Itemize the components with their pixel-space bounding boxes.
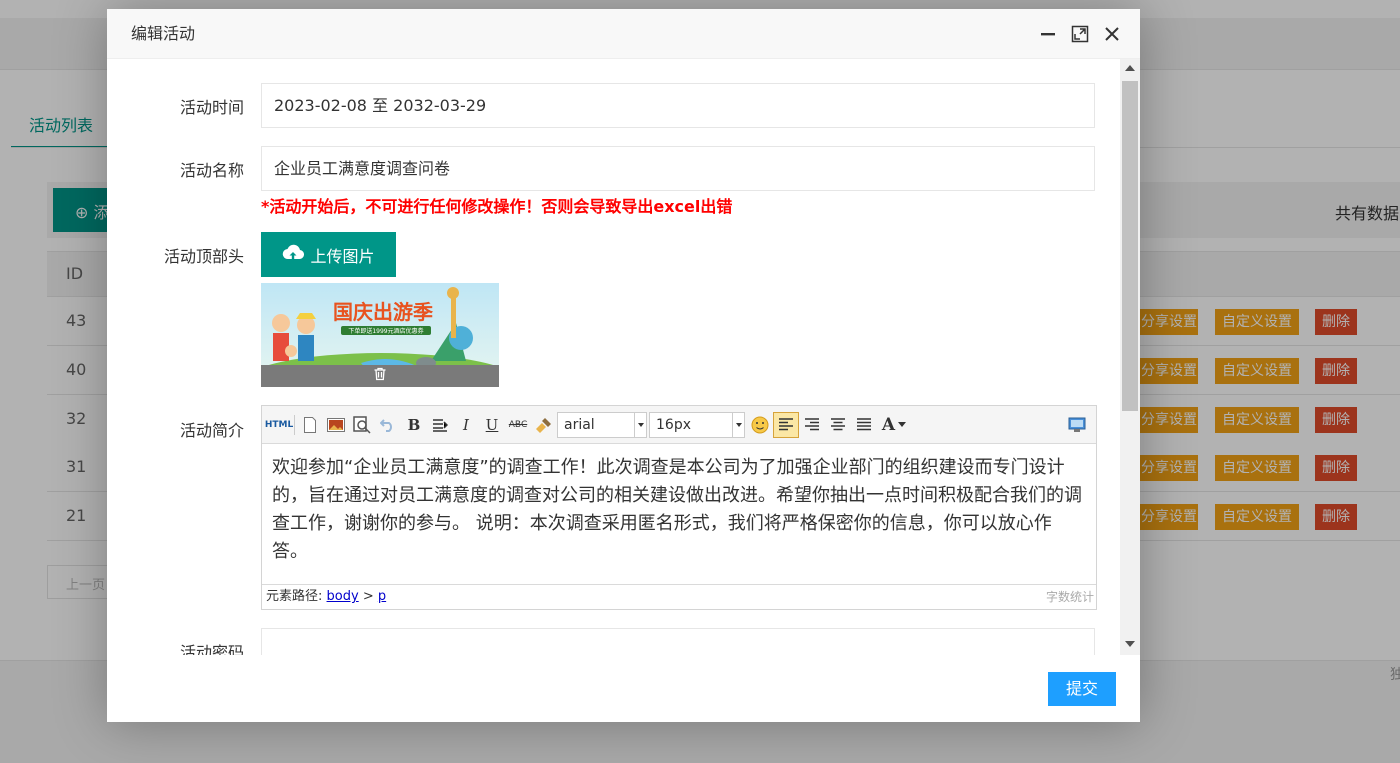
insert-image-icon[interactable] [323,412,349,438]
format-painter-icon[interactable] [531,412,557,438]
scroll-up-icon[interactable] [1125,65,1135,71]
password-label: 活动密码 [179,643,244,655]
font-size-value: 16px [656,416,691,433]
scroll-down-icon[interactable] [1125,641,1135,647]
align-justify-icon[interactable] [851,412,877,438]
upload-image-button[interactable]: 上传图片 [261,232,396,277]
align-left-icon[interactable] [773,411,799,438]
trash-icon[interactable] [373,367,387,385]
font-family-select[interactable]: arial [557,411,647,438]
banner-subtitle: 下单即送1999元酒店优惠券 [348,327,423,335]
minimize-icon[interactable] [1038,24,1058,44]
dialog-title-bar: 编辑活动 [107,9,1140,59]
path-p-link[interactable]: p [378,589,386,604]
name-label: 活动名称 [179,161,244,180]
word-count-label: 字数统计 [1045,590,1094,604]
banner-title: 国庆出游季 [333,300,433,324]
undo-icon[interactable] [375,412,401,438]
html-source-icon[interactable]: HTML [265,412,293,438]
chevron-down-icon [634,412,646,437]
scroll-thumb[interactable] [1122,81,1138,411]
dialog-scrollbar[interactable] [1120,59,1140,655]
editor-content-area[interactable]: 欢迎参加“企业员工满意度”的调查工作！此次调查是本公司为了加强企业部门的组织建设… [262,444,1096,584]
editor-toolbar: HTML B I U ABC arial 16px A [262,406,1096,444]
path-separator: > [362,589,374,604]
path-body-link[interactable]: body [327,589,359,604]
time-label: 活动时间 [179,98,244,117]
font-color-icon[interactable]: A [877,412,911,438]
italic-icon[interactable]: I [453,412,479,438]
chevron-down-icon [732,412,744,437]
preview-icon[interactable] [349,412,375,438]
intro-label: 活动简介 [179,421,244,440]
activity-password-input[interactable] [261,628,1095,655]
cloud-upload-icon [282,244,305,266]
dialog-footer: 提交 [107,655,1140,722]
dialog-body: 活动时间 2023-02-08 至 2032-03-29 活动名称 企业员工满意… [107,59,1140,655]
font-size-select[interactable]: 16px [649,411,745,438]
upload-button-label: 上传图片 [310,246,375,266]
edit-warning-text: *活动开始后，不可进行任何修改操作！否则会导致导出excel出错 [261,197,733,216]
banner-delete-bar [261,365,499,387]
element-path-label: 元素路径: [266,589,323,604]
underline-icon[interactable]: U [479,412,505,438]
new-document-icon[interactable] [297,412,323,438]
format-icon[interactable] [427,412,453,438]
font-family-value: arial [564,416,595,433]
rich-text-editor: HTML B I U ABC arial 16px A 欢迎参加“企业员工满意度… [261,405,1097,610]
emoji-icon[interactable] [747,412,773,438]
close-icon[interactable] [1102,24,1122,44]
header-banner-image: 下单即送1999元酒店优惠券 国庆出游季 [261,283,499,387]
activity-time-input[interactable]: 2023-02-08 至 2032-03-29 [261,83,1095,128]
dialog-title: 编辑活动 [131,24,196,43]
align-center-icon[interactable] [825,412,851,438]
maximize-icon[interactable] [1070,24,1090,44]
editor-status-bar: 元素路径: body > p 字数统计 [262,584,1096,609]
header-image-label: 活动顶部头 [163,247,244,266]
activity-name-input[interactable]: 企业员工满意度调查问卷 [261,146,1095,191]
edit-activity-dialog: 编辑活动 活动时间 2023-02-08 至 2032-03-29 活动名称 企… [107,9,1140,722]
toolbar-separator [294,414,295,435]
submit-button[interactable]: 提交 [1047,672,1116,706]
strikethrough-icon[interactable]: ABC [505,412,531,438]
bold-icon[interactable]: B [401,412,427,438]
align-right-icon[interactable] [799,412,825,438]
fullscreen-icon[interactable] [1064,412,1090,438]
